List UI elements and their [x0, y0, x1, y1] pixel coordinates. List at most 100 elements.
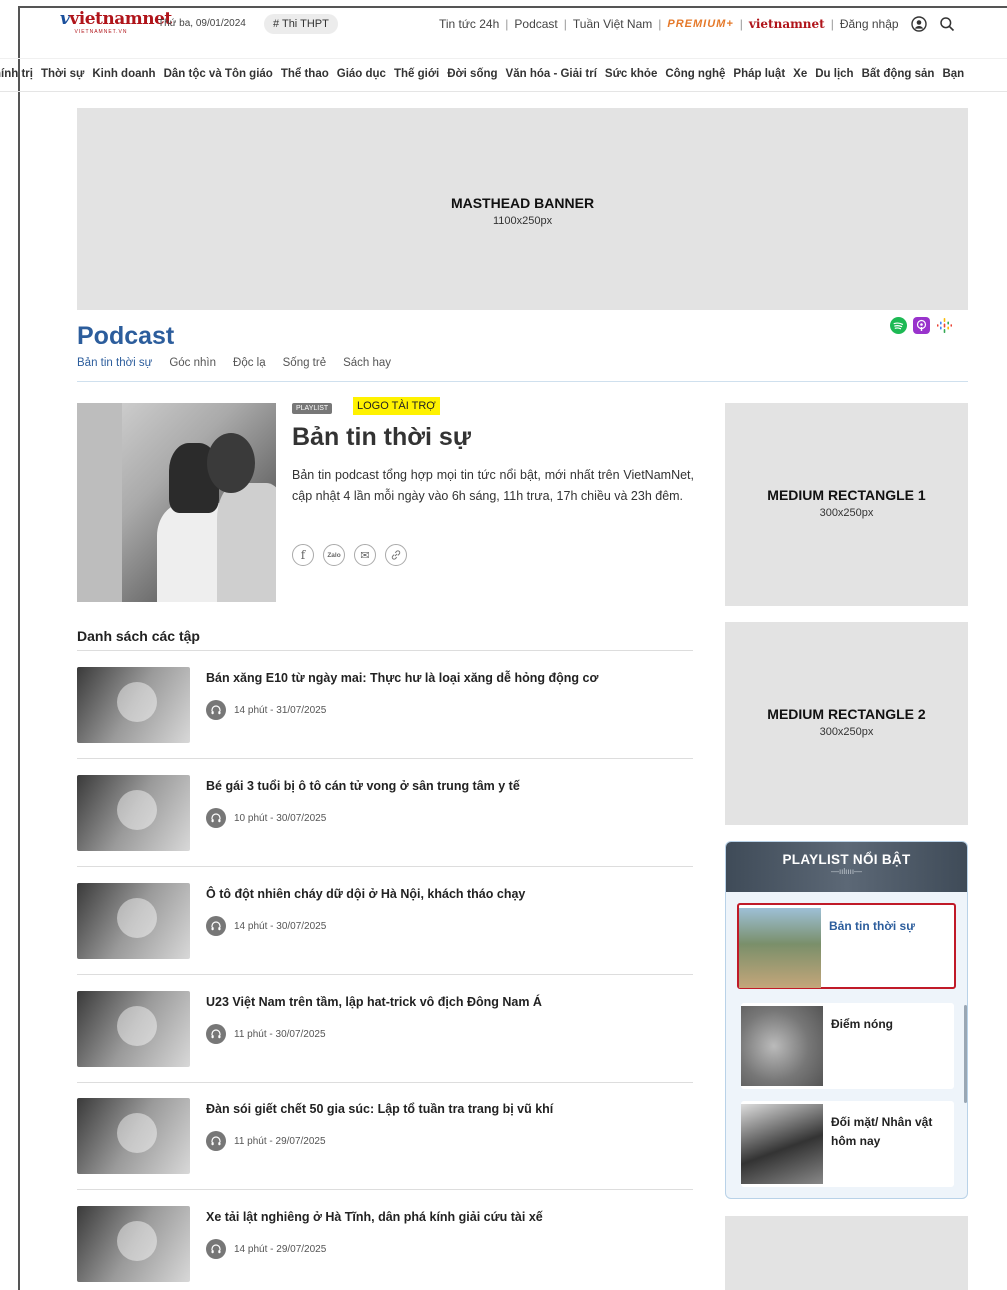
episode-title[interactable]: Bé gái 3 tuổi bị ô tô cán tử vong ở sân … — [206, 779, 686, 793]
headphones-icon — [206, 916, 226, 936]
top-link-tuan-viet-nam[interactable]: Tuần Việt Nam — [573, 17, 652, 31]
episode-thumbnail[interactable] — [77, 991, 190, 1067]
headphones-icon — [206, 1131, 226, 1151]
category-nav-item[interactable]: hính trị — [0, 68, 33, 80]
tab-goc-nhin[interactable]: Góc nhìn — [169, 357, 216, 369]
category-nav-item[interactable]: Bạn — [942, 68, 964, 80]
playlist-item[interactable]: Điểm nóng — [741, 1003, 954, 1089]
login-link[interactable]: Đăng nhập — [840, 17, 899, 31]
playlist-item[interactable]: Đối mặt/ Nhân vật hôm nay — [741, 1101, 954, 1187]
divider — [77, 1189, 693, 1190]
current-date: Thứ ba, 09/01/2024 — [158, 18, 246, 29]
ad-size: 300x250px — [819, 726, 874, 738]
masthead-banner-ad[interactable]: MASTHEAD BANNER 1100x250px — [77, 108, 968, 310]
ad-title: MEDIUM RECTANGLE 1 — [767, 487, 926, 503]
episode-title[interactable]: Xe tải lật nghiêng ở Hà Tĩnh, dân phá kí… — [206, 1210, 686, 1224]
waveform-icon: —ıılıııı— — [830, 867, 863, 876]
google-podcasts-icon[interactable] — [936, 317, 953, 334]
ad-title: MASTHEAD BANNER — [450, 195, 595, 211]
logo-subtext: VIETNAMNET.VN — [74, 29, 128, 35]
playlist-box-title: PLAYLIST NỔI BẬT — [782, 852, 911, 867]
playlist-item-label: Bản tin thời sự — [829, 919, 915, 933]
facebook-share-icon[interactable]: f — [292, 544, 314, 566]
episode-item[interactable]: U23 Việt Nam trên tầm, lập hat-trick vô … — [77, 991, 693, 1099]
episode-thumbnail[interactable] — [77, 667, 190, 743]
category-nav-item[interactable]: Thể thao — [281, 68, 329, 80]
page-title: Podcast — [77, 322, 175, 350]
sponsor-logo[interactable]: LOGO TÀI TRỢ — [353, 397, 440, 415]
search-icon[interactable] — [939, 16, 955, 32]
category-nav-item[interactable]: Thời sự — [41, 68, 84, 80]
site-logo[interactable]: vvietnamnet VIETNAMNET.VN — [60, 10, 172, 40]
category-nav-item[interactable]: Giáo dục — [337, 68, 386, 80]
share-buttons: f Zalo ✉ — [292, 544, 407, 566]
playlist-item-label: Đối mặt/ Nhân vật hôm nay — [831, 1115, 933, 1148]
episode-meta: 14 phút - 31/07/2025 — [206, 700, 326, 720]
divider — [77, 758, 693, 759]
episode-title[interactable]: Đàn sói giết chết 50 gia súc: Lập tổ tuầ… — [206, 1102, 686, 1116]
category-nav-item[interactable]: Dân tộc và Tôn giáo — [164, 68, 273, 80]
episode-title[interactable]: Bán xăng E10 từ ngày mai: Thực hư là loạ… — [206, 671, 686, 685]
episode-item[interactable]: Bán xăng E10 từ ngày mai: Thực hư là loạ… — [77, 667, 693, 775]
category-nav-item[interactable]: Xe — [793, 68, 807, 80]
episode-title[interactable]: Ô tô đột nhiên cháy dữ dội ở Hà Nội, khá… — [206, 887, 686, 901]
episode-meta: 11 phút - 30/07/2025 — [206, 1024, 326, 1044]
bottom-ad[interactable] — [725, 1216, 968, 1290]
tab-song-tre[interactable]: Sống trẻ — [283, 357, 326, 369]
top-link-news24h[interactable]: Tin tức 24h — [439, 17, 499, 31]
ad-size: 1100x250px — [492, 215, 553, 227]
tab-doc-la[interactable]: Độc lạ — [233, 357, 266, 369]
tab-ban-tin-thoi-su[interactable]: Bản tin thời sự — [77, 357, 152, 369]
episode-meta: 10 phút - 30/07/2025 — [206, 808, 326, 828]
playlist-scrollbar[interactable] — [964, 1005, 967, 1103]
category-nav: hính trị Thời sự Kinh doanh Dân tộc và Tôn … — [0, 58, 1007, 92]
episode-list-heading: Danh sách các tập — [77, 628, 200, 644]
hashtag-chip[interactable]: # Thi THPT — [264, 14, 338, 34]
category-nav-item[interactable]: Công nghệ — [665, 68, 725, 80]
podcast-subnav: Bản tin thời sự Góc nhìn Độc lạ Sống trẻ… — [77, 357, 391, 369]
category-nav-item[interactable]: Đời sống — [447, 68, 497, 80]
ad-size: 300x250px — [819, 507, 874, 519]
episode-duration-date: 14 phút - 31/07/2025 — [234, 704, 327, 716]
category-nav-item[interactable]: Sức khỏe — [605, 68, 657, 80]
episode-title[interactable]: U23 Việt Nam trên tầm, lập hat-trick vô … — [206, 995, 686, 1009]
tab-sach-hay[interactable]: Sách hay — [343, 357, 391, 369]
top-link-podcast[interactable]: Podcast — [514, 17, 557, 31]
category-nav-item[interactable]: Bất động sản — [862, 68, 935, 80]
episode-meta: 11 phút - 29/07/2025 — [206, 1131, 326, 1151]
email-share-icon[interactable]: ✉ — [354, 544, 376, 566]
category-nav-item[interactable]: Kinh doanh — [92, 68, 155, 80]
category-nav-item[interactable]: Pháp luật — [733, 68, 785, 80]
episode-thumbnail[interactable] — [77, 883, 190, 959]
copy-link-icon[interactable] — [385, 544, 407, 566]
episode-item[interactable]: Bé gái 3 tuổi bị ô tô cán tử vong ở sân … — [77, 775, 693, 883]
zalo-share-icon[interactable]: Zalo — [323, 544, 345, 566]
episode-duration-date: 10 phút - 30/07/2025 — [234, 812, 327, 824]
divider — [77, 974, 693, 975]
hero-title[interactable]: Bản tin thời sự — [292, 423, 471, 452]
medium-rectangle-ad-1[interactable]: MEDIUM RECTANGLE 1 300x250px — [725, 403, 968, 606]
premium-link[interactable]: PREMIUM+ — [667, 18, 733, 30]
category-nav-item[interactable]: Thế giới — [394, 68, 439, 80]
episode-duration-date: 14 phút - 30/07/2025 — [234, 920, 327, 932]
episode-item[interactable]: Đàn sói giết chết 50 gia súc: Lập tổ tuầ… — [77, 1098, 693, 1206]
category-nav-item[interactable]: Du lịch — [815, 68, 853, 80]
apple-podcasts-icon[interactable] — [913, 317, 930, 334]
episode-thumbnail[interactable] — [77, 775, 190, 851]
playlist-thumbnail — [741, 1006, 823, 1086]
episode-thumbnail[interactable] — [77, 1098, 190, 1174]
playlist-item[interactable]: Bản tin thời sự — [737, 903, 956, 989]
episode-meta: 14 phút - 29/07/2025 — [206, 1239, 326, 1259]
user-circle-icon[interactable] — [910, 16, 927, 32]
category-nav-item[interactable]: Văn hóa - Giải trí — [506, 68, 597, 80]
spotify-icon[interactable] — [890, 317, 907, 334]
episode-item[interactable]: Xe tải lật nghiêng ở Hà Tĩnh, dân phá kí… — [77, 1206, 693, 1290]
medium-rectangle-ad-2[interactable]: MEDIUM RECTANGLE 2 300x250px — [725, 622, 968, 825]
divider — [77, 381, 968, 382]
episode-item[interactable]: Ô tô đột nhiên cháy dữ dội ở Hà Nội, khá… — [77, 883, 693, 991]
episode-thumbnail[interactable] — [77, 1206, 190, 1282]
headphones-icon — [206, 700, 226, 720]
ad-title: MEDIUM RECTANGLE 2 — [767, 706, 926, 722]
global-logo-link[interactable]: vietnamnet — [749, 17, 825, 31]
hero-image[interactable] — [77, 403, 276, 602]
